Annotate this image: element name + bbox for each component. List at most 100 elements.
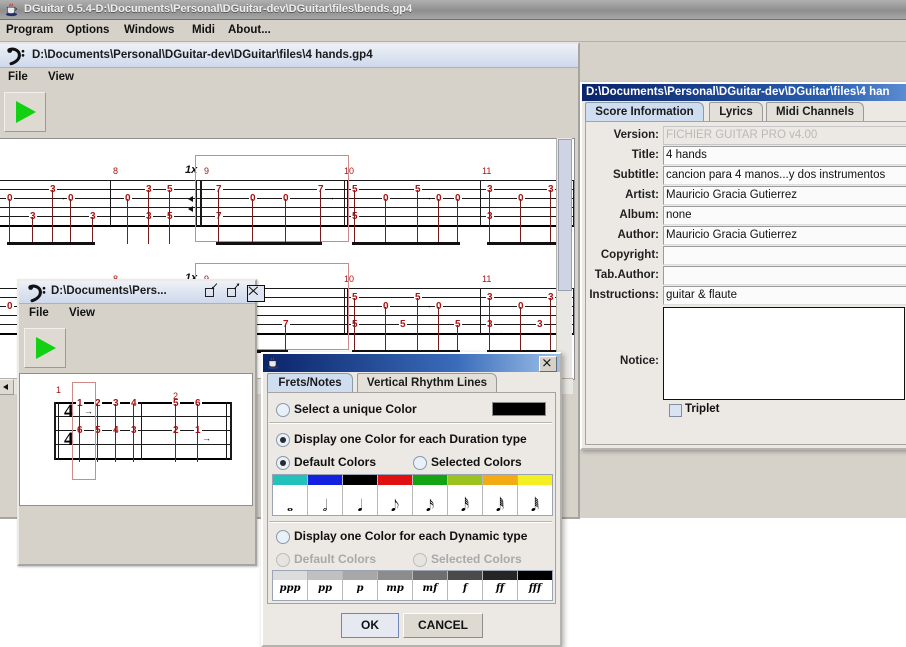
duration-swatch[interactable]: 𝅘𝅥𝅰 bbox=[448, 475, 483, 515]
field-row-instructions: Instructions: guitar & flaute bbox=[586, 286, 906, 306]
main-title-text: DGuitar 0.5.4-D:\Documents\Personal\DGui… bbox=[24, 3, 413, 15]
tab-frets-notes[interactable]: Frets/Notes bbox=[267, 373, 353, 393]
instructions-field[interactable]: guitar & flaute bbox=[663, 286, 906, 305]
document-title-bar[interactable]: D:\Documents\Personal\DGuitar-dev\DGuita… bbox=[0, 44, 578, 68]
dynamic-default-label: Default Colors bbox=[294, 552, 377, 566]
duration-color-radio[interactable] bbox=[276, 433, 290, 447]
swatch-color-band bbox=[448, 475, 482, 485]
dynamic-swatch[interactable]: ppp bbox=[273, 571, 308, 600]
dynamic-swatch[interactable]: f bbox=[448, 571, 483, 600]
dynamic-marking-label: fff bbox=[528, 583, 542, 594]
instructions-label: Instructions: bbox=[589, 289, 659, 301]
close-button[interactable] bbox=[539, 356, 557, 372]
dynamic-selected-radio[interactable] bbox=[413, 553, 427, 567]
menu-windows[interactable]: Windows bbox=[124, 24, 174, 36]
subtitle-field[interactable]: cancion para 4 manos...y dos instrumento… bbox=[663, 166, 906, 185]
swatch-color-band bbox=[273, 571, 307, 580]
duration-color-swatches[interactable]: 𝅝 𝅗𝅥 𝅘𝅥 𝅘𝅥𝅮 𝅘𝅥𝅯 𝅘𝅥𝅰 𝅘𝅥𝅱 𝅘𝅥𝅲 bbox=[272, 474, 553, 516]
tab-author-field[interactable] bbox=[663, 266, 906, 285]
play-button-2[interactable] bbox=[24, 328, 66, 368]
menu-about[interactable]: About... bbox=[228, 24, 271, 36]
doc-menu-file[interactable]: File bbox=[8, 71, 28, 83]
triplet-checkbox[interactable] bbox=[669, 404, 682, 417]
swatch-color-band bbox=[413, 571, 447, 580]
play-icon bbox=[36, 337, 56, 359]
dynamic-swatch[interactable]: ff bbox=[483, 571, 518, 600]
author-field[interactable]: Mauricio Gracia Gutierrez bbox=[663, 226, 906, 245]
dynamic-swatch[interactable]: mf bbox=[413, 571, 448, 600]
duration-swatch[interactable]: 𝅘𝅥𝅯 bbox=[413, 475, 448, 515]
color-dialog-title-bar[interactable] bbox=[263, 354, 560, 372]
close-icon bbox=[248, 286, 259, 296]
field-row-subtitle: Subtitle: cancion para 4 manos...y dos i… bbox=[586, 166, 906, 186]
unique-color-radio[interactable] bbox=[276, 403, 290, 417]
artist-field[interactable]: Mauricio Gracia Gutierrez bbox=[663, 186, 906, 205]
menu-program[interactable]: Program bbox=[6, 24, 53, 36]
swatch-color-band bbox=[483, 571, 517, 580]
play-icon bbox=[16, 101, 36, 123]
document2-title-bar[interactable]: D:\Documents\Pers... bbox=[19, 281, 265, 304]
field-row-copyright: Copyright: bbox=[586, 246, 906, 266]
color-options-pane: Select a unique Color Display one Color … bbox=[267, 392, 556, 604]
album-field[interactable]: none bbox=[663, 206, 906, 225]
close-icon bbox=[543, 358, 551, 367]
minimize-button[interactable] bbox=[204, 283, 218, 299]
play-button[interactable] bbox=[4, 92, 46, 132]
album-label: Album: bbox=[619, 209, 659, 221]
duration-swatch[interactable]: 𝅘𝅥 bbox=[343, 475, 378, 515]
dynamic-swatch[interactable]: p bbox=[343, 571, 378, 600]
maximize-button[interactable] bbox=[226, 283, 240, 299]
score-dialog-title-bar[interactable]: D:\Documents\Personal\DGuitar-dev\DGuita… bbox=[582, 84, 906, 101]
field-row-author: Author: Mauricio Gracia Gutierrez bbox=[586, 226, 906, 246]
main-menu-bar: Program Options Windows Midi About... bbox=[0, 20, 906, 42]
dynamic-swatch[interactable]: fff bbox=[518, 571, 552, 600]
dynamic-swatch[interactable]: mp bbox=[378, 571, 413, 600]
duration-swatch[interactable]: 𝅗𝅥 bbox=[308, 475, 343, 515]
dynamic-swatch[interactable]: pp bbox=[308, 571, 343, 600]
cancel-button[interactable]: CANCEL bbox=[403, 613, 483, 638]
notice-textarea[interactable] bbox=[663, 307, 905, 400]
title-field[interactable]: 4 hands bbox=[663, 146, 906, 165]
menu-midi[interactable]: Midi bbox=[192, 24, 215, 36]
dynamic-marking-label: ff bbox=[495, 583, 505, 594]
document-window-2[interactable]: D:\Documents\Pers... File View 1 2 4 4 →… bbox=[17, 279, 265, 566]
color-settings-dialog[interactable]: Frets/Notes Vertical Rhythm Lines Select… bbox=[261, 352, 562, 647]
note-duration-icon: 𝅗𝅥 bbox=[322, 496, 328, 515]
duration-swatch[interactable]: 𝅘𝅥𝅮 bbox=[378, 475, 413, 515]
unique-color-swatch[interactable] bbox=[492, 402, 546, 416]
tab-midi-channels[interactable]: Midi Channels bbox=[766, 102, 864, 122]
duration-swatch[interactable]: 𝅘𝅥𝅲 bbox=[518, 475, 552, 515]
swatch-color-band bbox=[343, 475, 377, 485]
dynamic-color-radio[interactable] bbox=[276, 530, 290, 544]
triplet-label: Triplet bbox=[685, 403, 720, 415]
document-vertical-scrollbar[interactable] bbox=[556, 138, 572, 378]
duration-default-radio[interactable] bbox=[276, 456, 290, 470]
scroll-left-arrow[interactable] bbox=[0, 379, 14, 395]
dynamic-marking-label: ppp bbox=[279, 583, 301, 594]
tab-vertical-rhythm-lines[interactable]: Vertical Rhythm Lines bbox=[357, 373, 497, 393]
doc-menu-view[interactable]: View bbox=[48, 71, 74, 83]
menu-options[interactable]: Options bbox=[66, 24, 109, 36]
tab-score-information[interactable]: Score Information bbox=[585, 102, 704, 122]
tab-lyrics[interactable]: Lyrics bbox=[709, 102, 763, 122]
author-label: Author: bbox=[617, 229, 659, 241]
duration-selected-radio[interactable] bbox=[413, 456, 427, 470]
doc2-menu-view[interactable]: View bbox=[69, 307, 95, 319]
score-information-dialog[interactable]: D:\Documents\Personal\DGuitar-dev\DGuita… bbox=[580, 82, 906, 450]
version-label: Version: bbox=[613, 129, 659, 141]
copyright-field[interactable] bbox=[663, 246, 906, 265]
field-row-version: Version: FICHIER GUITAR PRO v4.00 bbox=[586, 126, 906, 146]
doc2-menu-file[interactable]: File bbox=[29, 307, 49, 319]
close-button[interactable] bbox=[247, 285, 265, 302]
swatch-color-band bbox=[308, 475, 342, 485]
copyright-label: Copyright: bbox=[600, 249, 659, 261]
tab-author-label: Tab.Author: bbox=[594, 269, 659, 281]
ok-button[interactable]: OK bbox=[341, 613, 399, 638]
tab-staff-row-1: 8 1x 9 10 11 0 3 3 → 0 3 bbox=[0, 149, 574, 245]
duration-swatch[interactable]: 𝅝 bbox=[273, 475, 308, 515]
swatch-color-band bbox=[343, 571, 377, 580]
duration-swatch[interactable]: 𝅘𝅥𝅱 bbox=[483, 475, 518, 515]
dynamic-default-radio[interactable] bbox=[276, 553, 290, 567]
score-canvas-2[interactable]: 1 2 4 4 → → bbox=[19, 373, 253, 506]
dynamic-color-swatches[interactable]: ppp pp p mp mf f ff fff bbox=[272, 570, 553, 601]
